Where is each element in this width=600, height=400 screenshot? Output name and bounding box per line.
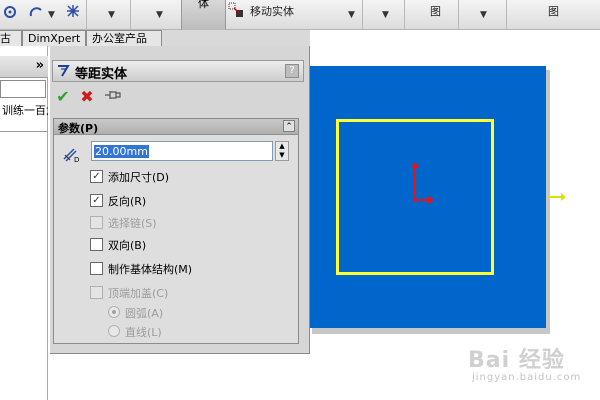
toolbar-separator [404, 0, 405, 30]
tool-dropdown-icon[interactable]: ▼ [108, 10, 115, 20]
bi-directional-label: 双向(B) [108, 239, 147, 252]
property-manager-title: 等距实体 [75, 67, 128, 82]
tab-sketch[interactable]: 古 [0, 30, 22, 47]
circle-tool-icon[interactable] [2, 0, 18, 30]
watermark-sub: jingyan.baidu.com [472, 372, 582, 383]
tab-label: 古 [0, 32, 11, 45]
arc-tool-icon[interactable] [28, 0, 44, 30]
origin-x-arrow-icon [428, 196, 434, 204]
parameters-group-title: 参数(P) [58, 122, 99, 135]
select-chain-label: 选择链(S) [108, 217, 157, 230]
svg-text:D: D [74, 156, 79, 163]
cancel-button[interactable]: ✖ [78, 88, 96, 106]
view-label-2: 图 [548, 5, 559, 18]
tool-dropdown-icon[interactable]: ▼ [156, 10, 163, 20]
help-button[interactable]: ? [285, 64, 299, 78]
offset-entities-icon [58, 65, 70, 77]
offset-direction-arrow-icon [548, 193, 566, 201]
collapse-panel-button[interactable]: » [36, 58, 44, 73]
tab-label: 办公室产品 [92, 32, 147, 45]
cap-ends-checkbox [90, 286, 103, 299]
watermark-main: Bai 经验 [468, 348, 565, 373]
active-tool-label: 体 [198, 0, 209, 10]
add-dimensions-checkbox[interactable]: ✓ [90, 170, 103, 183]
toolbar-separator [362, 0, 363, 30]
make-base-construction-label: 制作基体结构(M) [108, 263, 193, 276]
point-tool-icon[interactable] [66, 0, 80, 30]
toolbar-separator [506, 0, 507, 30]
active-tool-button[interactable]: 体 [181, 0, 226, 30]
feature-tree-item[interactable]: 训练一百六 [2, 102, 48, 118]
move-entity-dropdown-icon[interactable]: ▼ [348, 10, 355, 20]
tab-label: DimXpert [28, 32, 81, 45]
feature-filter-input[interactable] [0, 80, 46, 98]
make-base-construction-checkbox[interactable] [90, 262, 103, 275]
select-chain-checkbox [90, 216, 103, 229]
divider [0, 131, 48, 132]
view-button-2[interactable]: 图 [548, 0, 559, 30]
pushpin-icon [105, 91, 121, 99]
manager-tabs: 古 DimXpert 办公室产品 [0, 30, 310, 47]
collapse-group-icon[interactable]: ⌃ [283, 120, 295, 132]
reverse-label: 反向(R) [108, 195, 147, 208]
offset-distance-icon: D [63, 148, 79, 163]
move-entity-label: 移动实体 [250, 5, 294, 18]
property-manager-header: 等距实体 ? [52, 60, 304, 82]
lines-radio [108, 325, 120, 337]
arcs-label: 圆弧(A) [125, 307, 164, 320]
move-entity-button[interactable]: 移动实体 [250, 0, 294, 30]
view-button[interactable]: 图 [430, 0, 441, 30]
view-label: 图 [430, 5, 441, 18]
move-entity-icon[interactable] [228, 0, 244, 30]
tab-dimxpert[interactable]: DimXpert [22, 30, 86, 47]
add-dimensions-label: 添加尺寸(D) [108, 171, 170, 184]
tab-office-products[interactable]: 办公室产品 [86, 30, 162, 47]
tool-dropdown-icon[interactable]: ▼ [480, 10, 487, 20]
toolbar-separator [458, 0, 459, 30]
reverse-checkbox[interactable]: ✓ [90, 194, 103, 207]
sketch-origin-y-axis [414, 166, 416, 202]
offset-distance-value: 20.00mm [94, 145, 149, 158]
feature-tree-panel: » 训练一百六 [0, 46, 48, 400]
toolbar-separator [86, 0, 87, 30]
arcs-radio [108, 306, 120, 318]
parameters-group-header[interactable]: 参数(P) ⌃ [54, 119, 298, 135]
lines-label: 直线(L) [125, 326, 162, 339]
distance-spinner[interactable]: ▲ ▼ [275, 141, 289, 161]
cap-ends-label: 顶端加盖(C) [108, 287, 169, 300]
bi-directional-checkbox[interactable] [90, 238, 103, 251]
tool-dropdown-icon[interactable]: ▼ [382, 10, 389, 20]
pushpin-button[interactable] [104, 88, 122, 106]
graphics-viewport[interactable] [310, 66, 546, 328]
property-manager: 等距实体 ? ✔ ✖ 参数(P) ⌃ D 20.00mm ▲ ▼ ✓ 添加尺寸(D… [50, 46, 310, 354]
parameters-group: 参数(P) ⌃ D 20.00mm ▲ ▼ ✓ 添加尺寸(D) ✓ 反向(R) 选… [53, 118, 299, 344]
origin-y-arrow-icon [411, 162, 419, 168]
watermark: Bai 经验 jingyan.baidu.com [468, 342, 588, 392]
ok-button[interactable]: ✔ [54, 88, 72, 106]
arc-dropdown-icon[interactable]: ▼ [48, 10, 55, 20]
offset-distance-input[interactable]: 20.00mm [91, 141, 273, 161]
toolbar-separator [130, 0, 131, 30]
feature-tree-header: » [0, 56, 48, 78]
command-toolbar: ▼ ▼ ▼ 体 移动实体 ▼ ▼ 图 ▼ 图 [0, 0, 600, 30]
